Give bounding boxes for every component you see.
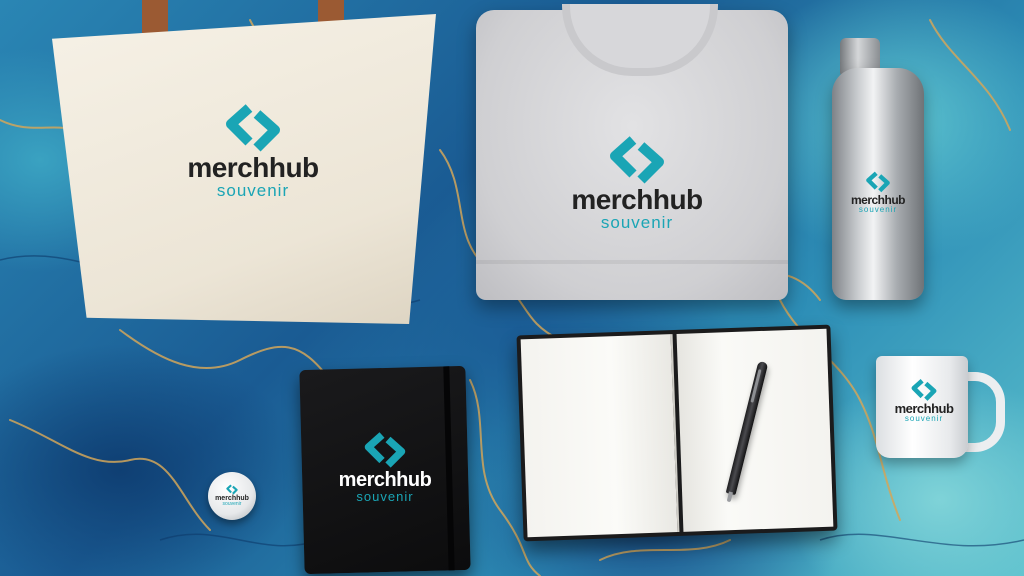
notebook-left-page <box>520 334 678 538</box>
merchhub-logo-icon <box>911 379 937 401</box>
brand-tagline: souvenir <box>600 213 674 232</box>
brand-tagline: souvenir <box>858 205 898 214</box>
notebook-elastic-band <box>443 366 455 571</box>
merchhub-logo-icon <box>226 104 280 152</box>
merch-mockup-scene: merchhub souvenir merchhub souvenir merc… <box>0 0 1024 576</box>
notebook-logo: merchhub souvenir <box>330 430 440 504</box>
merchhub-logo-icon <box>364 432 406 468</box>
sweatshirt-collar <box>562 4 718 76</box>
mug-logo: merchhub souvenir <box>884 378 964 424</box>
brand-name: merchhub <box>571 184 703 215</box>
badge-logo: merchhub souvenir <box>212 484 252 508</box>
brand-name: merchhub <box>187 152 319 183</box>
brand-tagline: souvenir <box>222 501 242 507</box>
tote-logo: merchhub souvenir <box>178 102 328 201</box>
sweatshirt-fold <box>476 260 788 264</box>
merchhub-logo-icon <box>866 171 890 193</box>
brand-tagline: souvenir <box>904 414 944 423</box>
merchhub-logo-icon <box>226 484 238 495</box>
merchhub-logo-icon <box>610 136 664 184</box>
brand-tagline: souvenir <box>216 181 290 200</box>
notebook-right-page <box>676 328 834 532</box>
open-notebook <box>516 324 838 542</box>
brand-name: merchhub <box>338 469 432 491</box>
bottle-logo: merchhub souvenir <box>842 170 914 215</box>
brand-tagline: souvenir <box>356 489 414 504</box>
sweatshirt-logo: merchhub souvenir <box>562 134 712 233</box>
